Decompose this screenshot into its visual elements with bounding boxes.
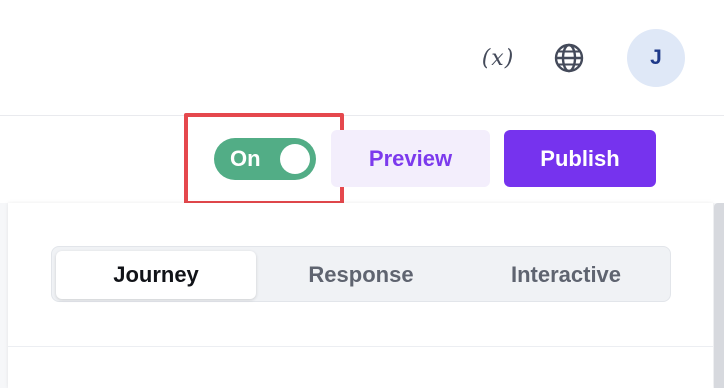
publish-button[interactable]: Publish — [504, 130, 656, 187]
scrollbar[interactable] — [714, 203, 724, 388]
user-avatar[interactable]: J — [627, 29, 685, 87]
tab-interactive[interactable]: Interactive — [466, 251, 666, 299]
variables-icon-text: (x) — [481, 45, 515, 71]
highlight-annotation-box — [184, 113, 344, 205]
globe-icon[interactable] — [552, 41, 586, 75]
variables-icon[interactable]: (x) — [478, 42, 518, 74]
tab-journey[interactable]: Journey — [56, 251, 256, 299]
avatar-initial: J — [650, 46, 662, 69]
preview-button[interactable]: Preview — [331, 130, 490, 187]
globe-icon-graphic — [554, 43, 584, 73]
top-header-bar — [0, 0, 724, 116]
panel-divider — [8, 346, 713, 347]
view-tabs: Journey Response Interactive — [51, 246, 671, 302]
tab-response[interactable]: Response — [262, 251, 460, 299]
